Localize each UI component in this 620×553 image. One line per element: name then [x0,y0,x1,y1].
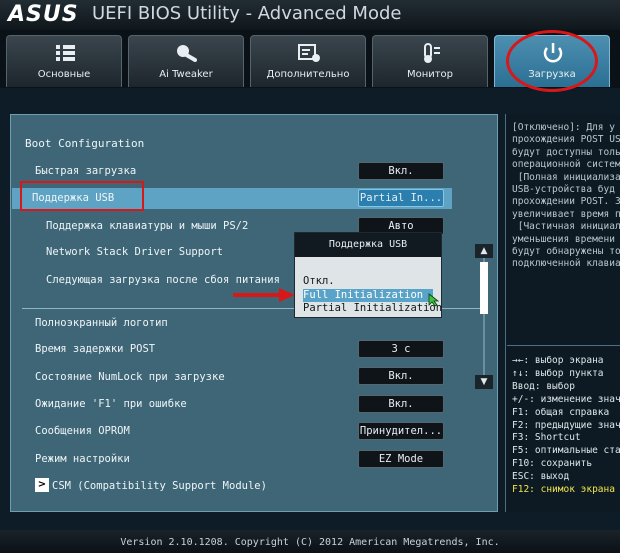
key-hint: Ввод: выбор [512,380,575,392]
key-hint: F10: сохранить [512,458,593,470]
scrollbar-thumb[interactable] [480,262,488,314]
footer: Version 2.10.1208. Copyright (C) 2012 Am… [0,530,620,553]
app-title: UEFI BIOS Utility - Advanced Mode [92,3,402,24]
post-delay-value[interactable]: 3 с [358,340,444,358]
tab-label: Дополнительно [266,69,350,80]
oprom-label[interactable]: Сообщения OPROM [35,425,130,437]
ps2-support-label[interactable]: Поддержка клавиатуры и мыши PS/2 [46,220,248,232]
fast-boot-value[interactable]: Вкл. [358,162,444,180]
title-bar: ASUS UEFI BIOS Utility - Advanced Mode [0,0,620,30]
tab-advanced[interactable]: Дополнительно [250,35,366,87]
tab-label: Основные [37,69,91,80]
network-stack-label[interactable]: Network Stack Driver Support [46,246,223,258]
setup-mode-label[interactable]: Режим настройки [35,453,130,465]
scroll-up-button[interactable]: ▲ [475,244,493,258]
advanced-icon [298,44,320,62]
tab-label: Монитор [406,69,454,80]
numlock-value[interactable]: Вкл. [358,367,444,385]
tab-monitor[interactable]: Монитор [372,35,488,87]
tab-highlight-annotation [506,30,598,92]
wait-f1-label[interactable]: Ожидание 'F1' при ошибке [35,398,187,410]
key-hint: F3: Shortcut [512,432,581,444]
usb-support-value[interactable]: Partial In... [358,189,444,207]
next-boot-label[interactable]: Следующая загрузка после сбоя питания [46,274,280,286]
key-legend: →←: выбор экрана ↑↓: выбор пункта Ввод: … [512,355,620,505]
key-hint: F1: общая справка [512,406,610,418]
wait-f1-value[interactable]: Вкл. [358,395,444,413]
popup-title: Поддержка USB [295,233,441,257]
usb-support-popup: Поддержка USB Откл. Full Initialization … [294,232,442,318]
key-hint: →←: выбор экрана [512,355,604,366]
monitor-icon [424,43,440,63]
key-hint: +/-: изменение знач [512,393,620,405]
key-hint: F2: предыдущие знач [512,419,620,431]
submenu-arrow-icon: > [35,478,49,492]
popup-option-full-init[interactable]: Full Initialization [303,289,433,302]
key-hint: ESC: выход [512,471,570,483]
csm-submenu-label[interactable]: CSM (Compatibility Support Module) [52,480,267,492]
setup-mode-value[interactable]: EZ Mode [358,450,444,468]
help-divider [507,345,620,346]
fullscreen-logo-label[interactable]: Полноэкранный логотип [35,317,168,329]
scroll-down-button[interactable]: ▼ [475,375,493,389]
mouse-cursor-icon [428,293,440,307]
popup-option-disabled[interactable]: Откл. [303,275,437,288]
key-hint-screenshot: F12: снимок экрана [512,484,615,496]
tweaker-icon [177,45,197,62]
tab-ai-tweaker[interactable]: Ai Tweaker [128,35,244,87]
post-delay-label[interactable]: Время задержки POST [35,343,155,355]
list-icon [56,45,75,61]
help-description: [Отключено]: Для у прохождения POST US б… [512,122,620,270]
key-hint: F5: оптимальные ста [512,445,620,457]
usb-highlight-annotation [20,181,144,211]
oprom-value[interactable]: Принудител... [358,422,444,440]
numlock-label[interactable]: Состояние NumLock при загрузке [35,371,225,383]
version-copyright: Version 2.10.1208. Copyright (C) 2012 Am… [120,537,500,548]
key-hint: ↑↓: выбор пункта [512,367,604,379]
red-arrow-annotation [233,288,295,302]
tab-label: Ai Tweaker [159,69,213,80]
tab-main[interactable]: Основные [6,35,122,87]
section-title: Boot Configuration [25,137,145,150]
fast-boot-label[interactable]: Быстрая загрузка [35,165,136,177]
asus-logo: ASUS [8,2,79,27]
popup-option-partial-init[interactable]: Partial Initialization [303,302,442,315]
